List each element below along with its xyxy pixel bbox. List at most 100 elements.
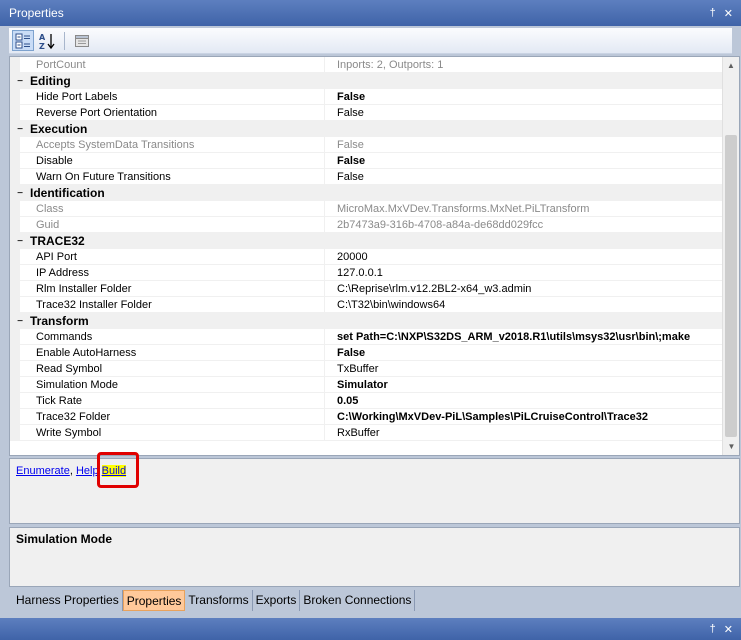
lower-panel-title-bar: † ✕ [0, 618, 741, 640]
tab-broken-connections[interactable]: Broken Connections [300, 590, 416, 611]
property-value[interactable]: MicroMax.MxVDev.Transforms.MxNet.PiLTran… [325, 201, 722, 217]
property-value[interactable]: Simulator [325, 377, 722, 393]
property-row[interactable]: Guid 2b7473a9-316b-4708-a84a-de68dd029fcc [10, 217, 722, 233]
property-name: PortCount [20, 57, 325, 73]
property-name: IP Address [20, 265, 325, 281]
category-label: Editing [30, 74, 71, 88]
close-icon[interactable]: ✕ [724, 7, 733, 20]
property-name: Reverse Port Orientation [20, 105, 325, 121]
property-row[interactable]: Trace32 Folder C:\Working\MxVDev-PiL\Samp… [10, 409, 722, 425]
property-name: Write Symbol [20, 425, 325, 441]
build-callout-box [97, 452, 139, 488]
scrollbar-thumb[interactable] [725, 135, 737, 437]
property-value[interactable]: C:\Working\MxVDev-PiL\Samples\PiLCruiseC… [325, 409, 722, 425]
description-pane: Simulation Mode [9, 527, 740, 587]
property-row[interactable]: Simulation Mode Simulator [10, 377, 722, 393]
property-value[interactable]: False [325, 137, 722, 153]
property-value[interactable]: False [325, 345, 722, 361]
property-row[interactable]: Tick Rate 0.05 [10, 393, 722, 409]
row-gutter [10, 201, 20, 217]
category-label: Transform [30, 314, 89, 328]
collapse-icon[interactable]: − [10, 76, 30, 87]
scroll-down-icon[interactable]: ▼ [723, 438, 739, 455]
properties-title-bar: Properties † ✕ [0, 0, 741, 26]
lower-pin-icon[interactable]: † [710, 623, 716, 635]
enumerate-link[interactable]: Enumerate [16, 465, 70, 477]
property-grid: PortCount Inports: 2, Outports: 1− Editing… [9, 56, 740, 456]
property-value[interactable]: False [325, 153, 722, 169]
property-row[interactable]: Reverse Port Orientation False [10, 105, 722, 121]
category-row[interactable]: − TRACE32 [10, 233, 722, 249]
property-name: API Port [20, 249, 325, 265]
property-value[interactable]: set Path=C:\NXP\S32DS_ARM_v2018.R1\utils… [325, 329, 722, 345]
property-name: Warn On Future Transitions [20, 169, 325, 185]
property-value[interactable]: 2b7473a9-316b-4708-a84a-de68dd029fcc [325, 217, 722, 233]
tab-exports[interactable]: Exports [253, 590, 301, 611]
bottom-tab-strip: Harness Properties Properties Transforms Ex… [9, 590, 740, 612]
row-gutter [10, 393, 20, 409]
property-value[interactable]: 0.05 [325, 393, 722, 409]
collapse-icon[interactable]: − [10, 316, 30, 327]
category-row[interactable]: − Identification [10, 185, 722, 201]
row-gutter [10, 329, 20, 345]
row-gutter [10, 281, 20, 297]
property-row[interactable]: Hide Port Labels False [10, 89, 722, 105]
collapse-icon[interactable]: − [10, 236, 30, 247]
property-name: Class [20, 201, 325, 217]
help-link[interactable]: Help [76, 465, 99, 477]
property-row[interactable]: Disable False [10, 153, 722, 169]
category-row[interactable]: − Editing [10, 73, 722, 89]
alphabetical-sort-icon: A Z [39, 33, 55, 50]
property-value[interactable]: Inports: 2, Outports: 1 [325, 57, 722, 73]
property-row[interactable]: PortCount Inports: 2, Outports: 1 [10, 57, 722, 73]
row-gutter [10, 105, 20, 121]
property-row[interactable]: Accepts SystemData Transitions False [10, 137, 722, 153]
property-row[interactable]: Enable AutoHarness False [10, 345, 722, 361]
property-row[interactable]: API Port 20000 [10, 249, 722, 265]
property-name: Trace32 Installer Folder [20, 297, 325, 313]
property-value[interactable]: 20000 [325, 249, 722, 265]
property-name: Read Symbol [20, 361, 325, 377]
row-gutter [10, 345, 20, 361]
tab-properties[interactable]: Properties [122, 590, 186, 611]
property-value[interactable]: 127.0.0.1 [325, 265, 722, 281]
row-gutter [10, 153, 20, 169]
property-row[interactable]: Warn On Future Transitions False [10, 169, 722, 185]
property-name: Trace32 Folder [20, 409, 325, 425]
property-name: Simulation Mode [20, 377, 325, 393]
property-value[interactable]: C:\T32\bin\windows64 [325, 297, 722, 313]
lower-close-icon[interactable]: ✕ [724, 623, 733, 636]
tab-harness-properties[interactable]: Harness Properties [13, 590, 123, 611]
description-title: Simulation Mode [16, 532, 112, 546]
row-gutter [10, 57, 20, 73]
property-value[interactable]: RxBuffer [325, 425, 722, 441]
row-gutter [10, 297, 20, 313]
property-row[interactable]: Class MicroMax.MxVDev.Transforms.MxNet.Pi… [10, 201, 722, 217]
vertical-scrollbar[interactable]: ▲ ▼ [722, 57, 739, 455]
category-label: TRACE32 [30, 234, 85, 248]
property-value[interactable]: False [325, 169, 722, 185]
property-row[interactable]: Rlm Installer Folder C:\Reprise\rlm.v12.2… [10, 281, 722, 297]
property-value[interactable]: C:\Reprise\rlm.v12.2BL2-x64_w3.admin [325, 281, 722, 297]
row-gutter [10, 361, 20, 377]
property-row[interactable]: Commands set Path=C:\NXP\S32DS_ARM_v2018.… [10, 329, 722, 345]
collapse-icon[interactable]: − [10, 188, 30, 199]
category-label: Identification [30, 186, 105, 200]
alphabetical-sort-button[interactable]: A Z [36, 30, 58, 51]
property-pages-button[interactable] [71, 30, 93, 51]
collapse-icon[interactable]: − [10, 124, 30, 135]
row-gutter [10, 137, 20, 153]
categorized-view-button[interactable] [12, 30, 34, 51]
property-row[interactable]: Trace32 Installer Folder C:\T32\bin\windo… [10, 297, 722, 313]
category-row[interactable]: − Execution [10, 121, 722, 137]
property-value[interactable]: TxBuffer [325, 361, 722, 377]
scroll-up-icon[interactable]: ▲ [723, 57, 739, 74]
property-value[interactable]: False [325, 105, 722, 121]
tab-transforms[interactable]: Transforms [185, 590, 253, 611]
category-row[interactable]: − Transform [10, 313, 722, 329]
property-row[interactable]: IP Address 127.0.0.1 [10, 265, 722, 281]
property-value[interactable]: False [325, 89, 722, 105]
property-row[interactable]: Read Symbol TxBuffer [10, 361, 722, 377]
property-row[interactable]: Write Symbol RxBuffer [10, 425, 722, 441]
pin-icon[interactable]: † [710, 7, 716, 20]
